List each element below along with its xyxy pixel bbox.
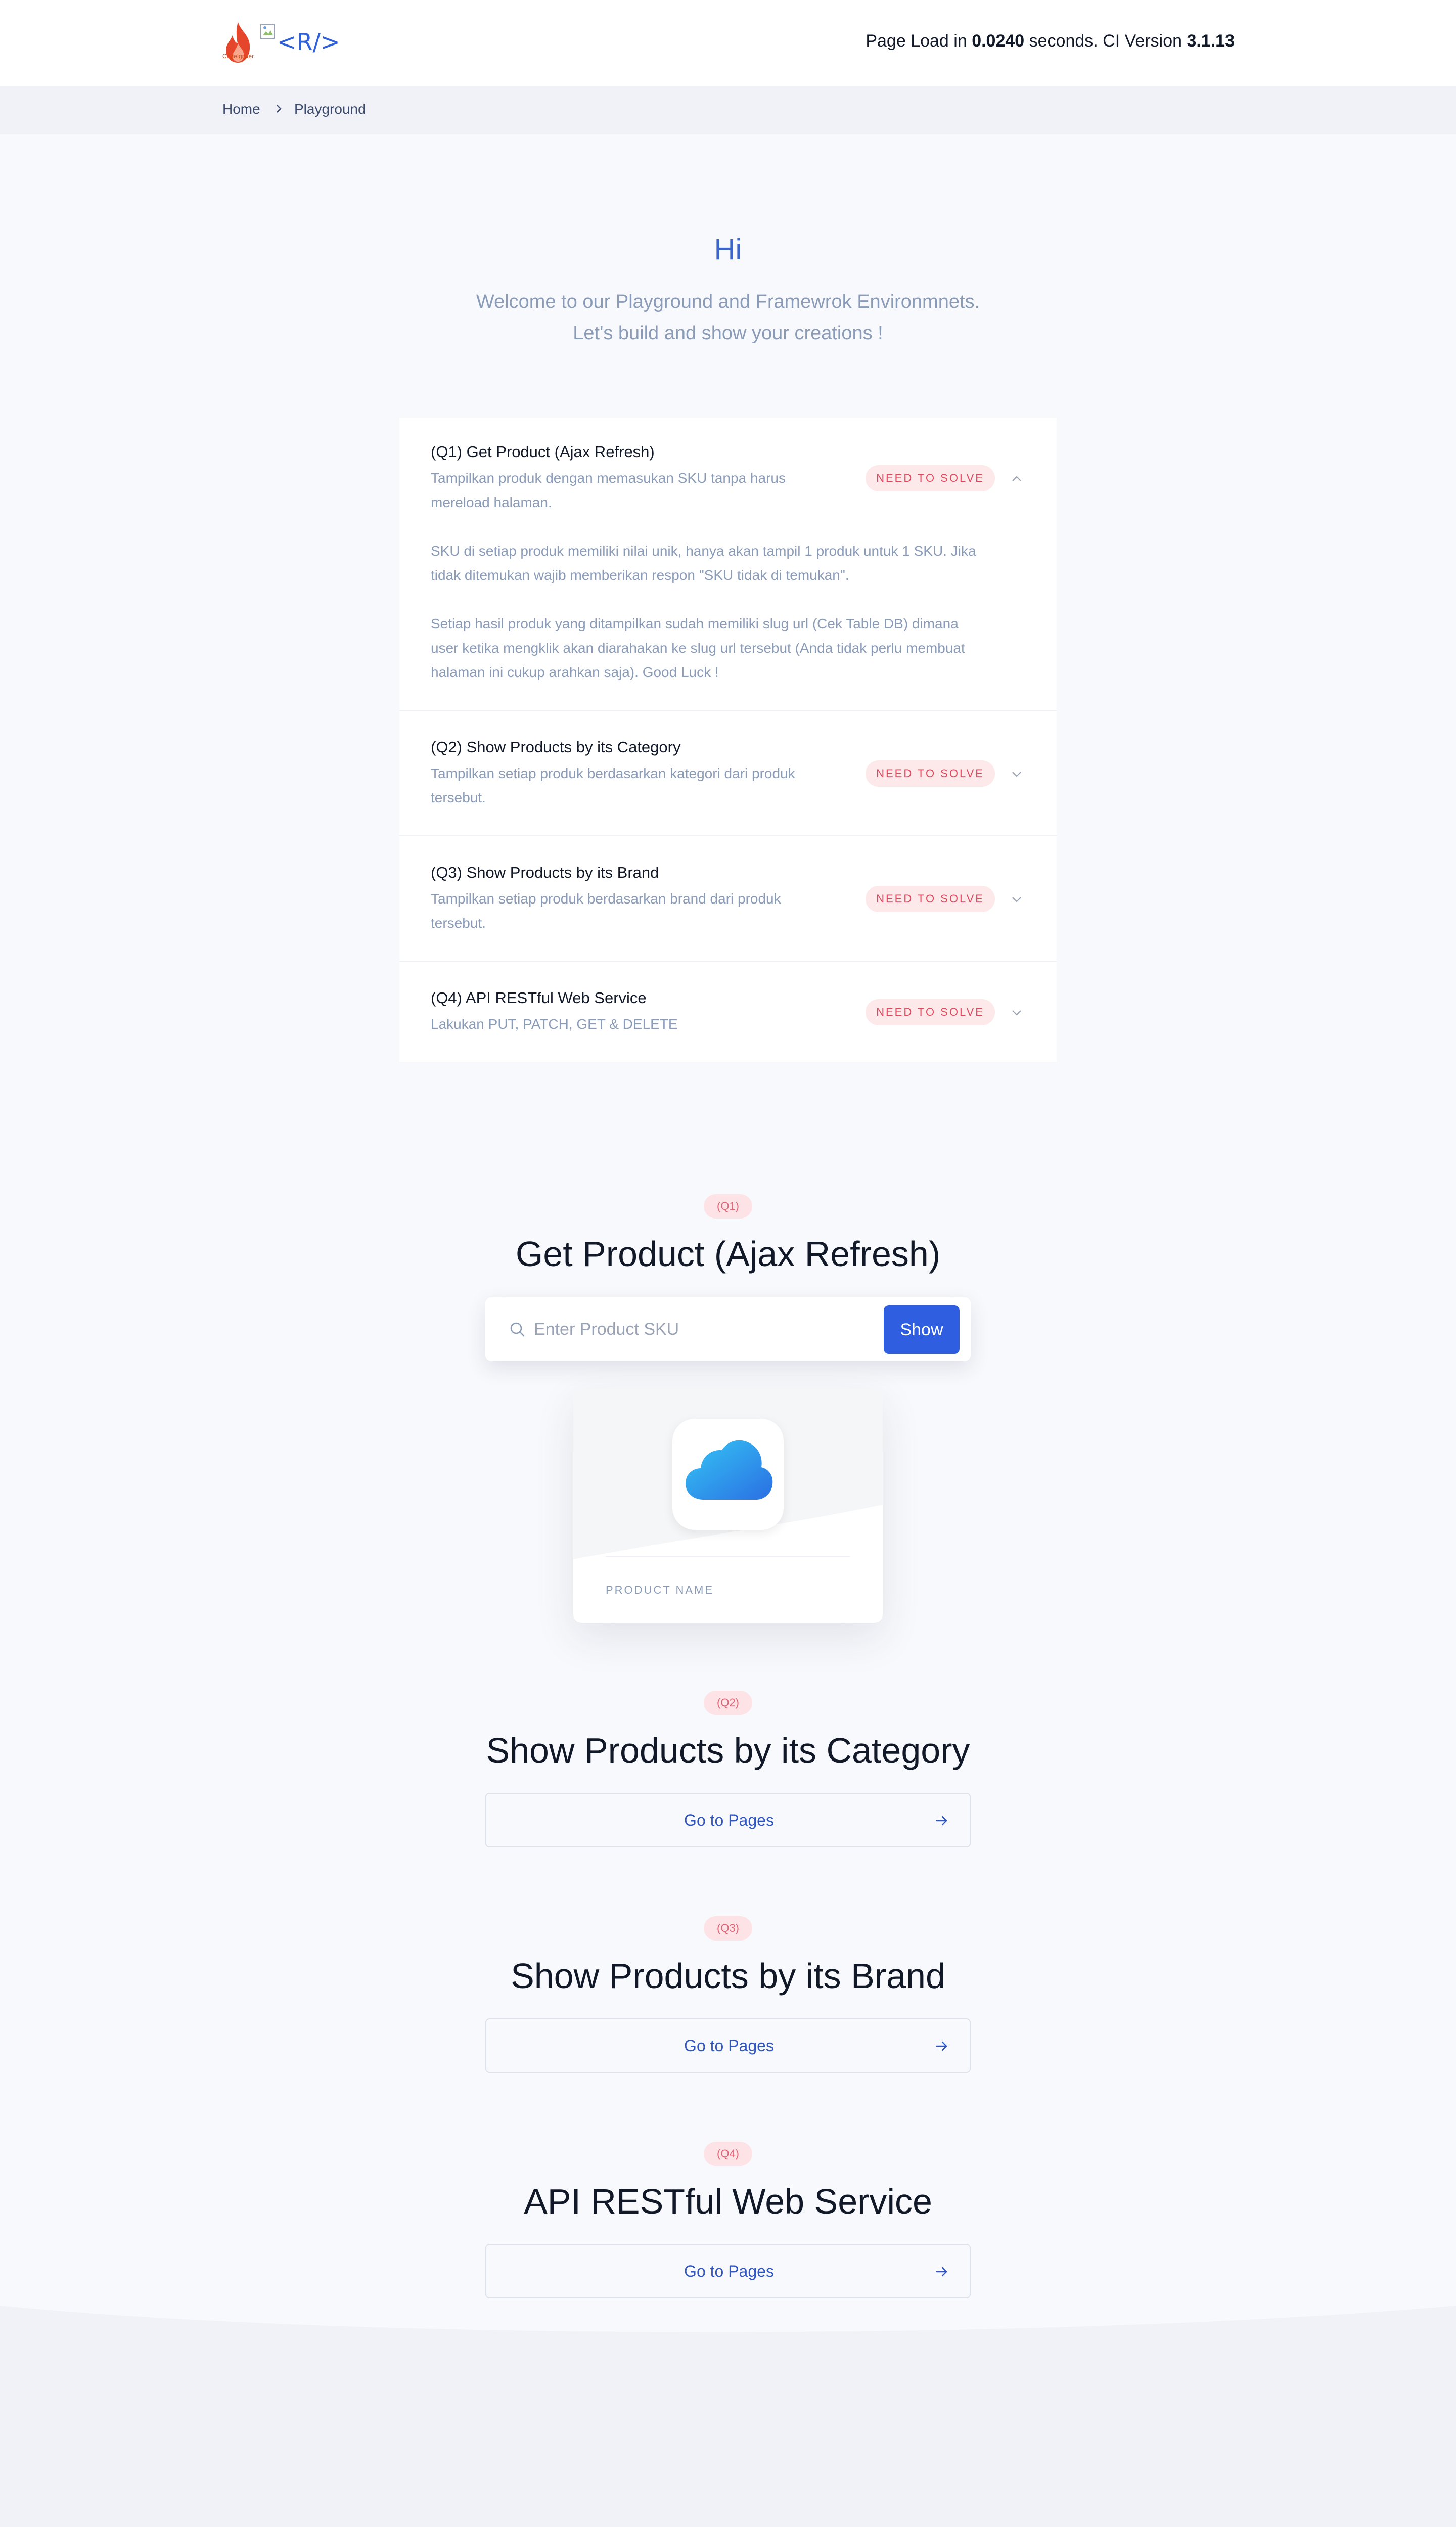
product-name-label: PRODUCT NAME: [606, 1584, 714, 1596]
hero-subtitle-line2: Let's build and show your creations !: [573, 323, 883, 344]
arrow-right-icon: [936, 2267, 947, 2277]
q4-section-title: API RESTful Web Service: [524, 2182, 932, 2221]
q2-tag: (Q2): [704, 1691, 752, 1715]
accordion-desc-line1: Lakukan PUT, PATCH, GET & DELETE: [431, 1016, 678, 1032]
go-to-pages-label: Go to Pages: [684, 2037, 774, 2055]
accordion-title[interactable]: (Q2) Show Products by its Category: [431, 738, 680, 756]
breadcrumb-current: Playground: [294, 101, 366, 117]
chevron-down-icon[interactable]: [1009, 766, 1024, 782]
accordion-desc-line2: tersebut.: [431, 915, 486, 931]
q2-section-title: Show Products by its Category: [486, 1731, 970, 1770]
broken-image-icon: [260, 24, 275, 39]
q1-tag: (Q1): [704, 1194, 752, 1219]
q1-section-title: Get Product (Ajax Refresh): [515, 1234, 941, 1274]
brand-text[interactable]: <R/>: [277, 28, 340, 56]
accordion-body-p1-line2: tidak ditemukan wajib memberikan respon …: [431, 567, 849, 583]
accordion-body-p2-line2: user ketika mengklik akan diarahakan ke …: [431, 640, 965, 656]
page-load-value: 0.0240: [972, 31, 1025, 51]
chevron-down-icon[interactable]: [1009, 892, 1024, 907]
status-badge: NEED TO SOLVE: [866, 465, 995, 491]
accordion-desc-line2: mereload halaman.: [431, 494, 552, 510]
sku-search-input[interactable]: [534, 1313, 857, 1346]
accordion-body-p2-line1: Setiap hasil produk yang ditampilkan sud…: [431, 616, 959, 631]
chevron-down-icon[interactable]: [1009, 1005, 1024, 1020]
chevron-up-icon[interactable]: [1009, 471, 1024, 486]
accordion-desc-line2: tersebut.: [431, 790, 486, 805]
accordion-title[interactable]: (Q1) Get Product (Ajax Refresh): [431, 443, 655, 461]
q2-go-to-pages-button[interactable]: Go to Pages: [485, 1793, 971, 1847]
cloud-icon: [686, 1440, 773, 1500]
q4-tag: (Q4): [704, 2142, 752, 2166]
footer-wave: [0, 2306, 1456, 2527]
q3-tag: (Q3): [704, 1916, 752, 1941]
show-button[interactable]: Show: [884, 1305, 960, 1354]
sku-search-box: Show: [485, 1297, 971, 1361]
breadcrumb-home-link[interactable]: Home: [222, 101, 260, 117]
accordion-item-q2[interactable]: (Q2) Show Products by its Category Tampi…: [399, 711, 1057, 836]
go-to-pages-label: Go to Pages: [684, 2262, 774, 2280]
q3-go-to-pages-button[interactable]: Go to Pages: [485, 2018, 971, 2073]
status-badge: NEED TO SOLVE: [866, 886, 995, 912]
status-badge: NEED TO SOLVE: [866, 999, 995, 1025]
breadcrumb: [0, 86, 1456, 134]
accordion-item-q1[interactable]: (Q1) Get Product (Ajax Refresh) Tampilka…: [399, 418, 1057, 711]
card-divider: [606, 1556, 850, 1557]
questions-accordion: (Q1) Get Product (Ajax Refresh) Tampilka…: [399, 418, 1057, 1062]
q3-section-title: Show Products by its Brand: [511, 1956, 945, 1996]
logo-caption: CodeIgniter: [222, 53, 254, 60]
accordion-item-q3[interactable]: (Q3) Show Products by its Brand Tampilka…: [399, 836, 1057, 962]
accordion-body-p1-line1: SKU di setiap produk memiliki nilai unik…: [431, 543, 976, 559]
search-icon: [510, 1322, 525, 1337]
accordion-body-p2-line3: halaman ini cukup arahkan saja). Good Lu…: [431, 664, 719, 680]
accordion-desc-line1: Tampilkan setiap produk berdasarkan bran…: [431, 891, 781, 907]
arrow-right-icon: [936, 1816, 947, 1826]
accordion-desc-line1: Tampilkan setiap produk berdasarkan kate…: [431, 765, 795, 781]
accordion-desc-line1: Tampilkan produk dengan memasukan SKU ta…: [431, 470, 786, 486]
chevron-right-icon: [277, 105, 282, 113]
product-image-frame: [672, 1419, 784, 1530]
top-navbar: CodeIgniter <R/> Page Load in 0.0240 sec…: [0, 0, 1456, 86]
status-badge: NEED TO SOLVE: [866, 760, 995, 787]
hero-subtitle-line1: Welcome to our Playground and Framewrok …: [476, 291, 980, 312]
accordion-item-q4[interactable]: (Q4) API RESTful Web Service Lakukan PUT…: [399, 962, 1057, 1062]
hero-title: Hi: [714, 233, 742, 266]
page-load-info: Page Load in 0.0240 seconds. CI Version …: [866, 31, 1235, 51]
accordion-title[interactable]: (Q4) API RESTful Web Service: [431, 989, 647, 1007]
ci-version: 3.1.13: [1187, 31, 1235, 51]
accordion-title[interactable]: (Q3) Show Products by its Brand: [431, 864, 659, 882]
product-card[interactable]: PRODUCT NAME: [573, 1388, 883, 1623]
arrow-right-icon: [936, 2041, 947, 2051]
q4-go-to-pages-button[interactable]: Go to Pages: [485, 2244, 971, 2298]
go-to-pages-label: Go to Pages: [684, 1811, 774, 1829]
